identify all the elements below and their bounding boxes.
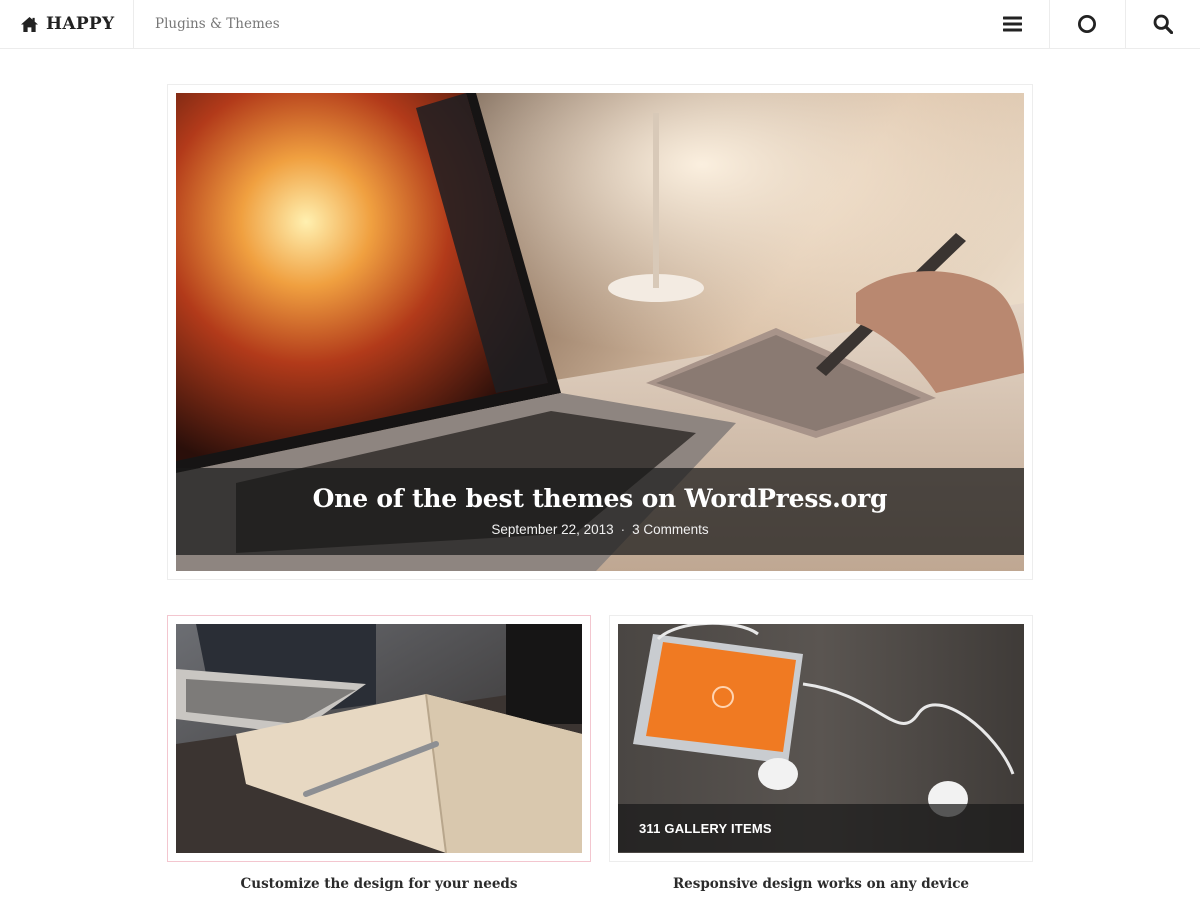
- menu-button[interactable]: [975, 0, 1050, 48]
- comments-link[interactable]: 3 Comments: [632, 522, 709, 537]
- nav-link-plugins-themes[interactable]: Plugins & Themes: [155, 0, 280, 48]
- menu-icon: [1003, 16, 1022, 32]
- gallery-count-badge: 311 GALLERY ITEMS: [618, 804, 1024, 852]
- featured-caption: One of the best themes on WordPress.org …: [176, 468, 1024, 555]
- search-button[interactable]: [1125, 0, 1200, 48]
- gallery-card-title[interactable]: Responsive design works on any device: [609, 876, 1033, 892]
- meta-separator: ·: [620, 522, 626, 537]
- post-card[interactable]: [167, 615, 591, 862]
- home-icon: [21, 16, 38, 32]
- search-icon: [1153, 14, 1173, 34]
- featured-post-title[interactable]: One of the best themes on WordPress.org: [176, 484, 1024, 513]
- circle-button[interactable]: [1049, 0, 1124, 48]
- featured-post-meta: September 22, 2013 · 3 Comments: [176, 522, 1024, 537]
- gallery-card[interactable]: 311 GALLERY ITEMS: [609, 615, 1033, 862]
- site-title: HAPPY: [46, 14, 115, 34]
- post-card-title[interactable]: Customize the design for your needs: [167, 876, 591, 892]
- notebook-photo: [176, 624, 582, 853]
- post-date[interactable]: September 22, 2013: [491, 522, 613, 537]
- gallery-card-image[interactable]: 311 GALLERY ITEMS: [618, 624, 1024, 853]
- featured-post[interactable]: One of the best themes on WordPress.org …: [167, 84, 1033, 580]
- featured-image[interactable]: One of the best themes on WordPress.org …: [176, 93, 1024, 571]
- top-bar: HAPPY Plugins & Themes: [0, 0, 1200, 49]
- site-brand-link[interactable]: HAPPY: [0, 0, 134, 48]
- circle-icon: [1078, 15, 1096, 33]
- post-card-image[interactable]: [176, 624, 582, 853]
